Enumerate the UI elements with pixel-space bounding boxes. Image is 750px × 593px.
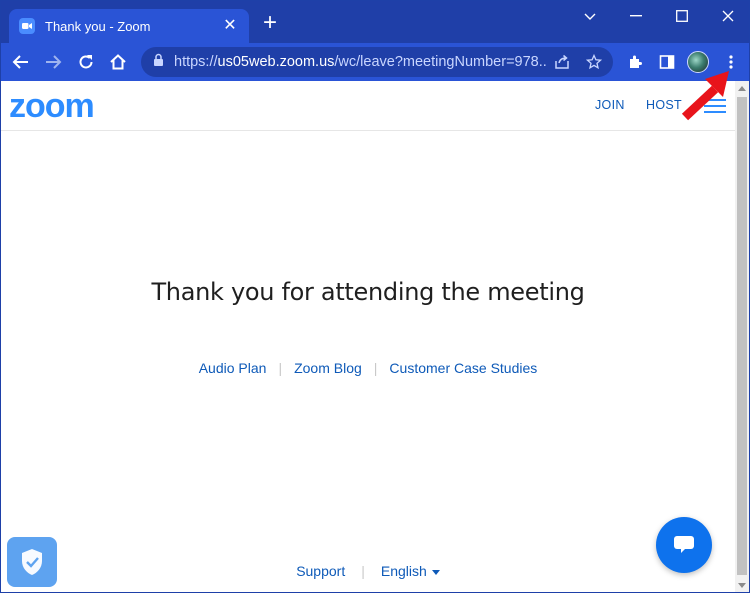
site-header: zoom JOIN HOST [1, 81, 735, 131]
home-icon[interactable] [104, 48, 132, 76]
language-selector[interactable]: English [381, 563, 440, 579]
caret-down-icon [431, 569, 440, 575]
title-bar: Thank you - Zoom ✕ + [1, 1, 749, 43]
customer-case-studies-link[interactable]: Customer Case Studies [389, 360, 537, 376]
zoom-camera-icon [19, 18, 35, 34]
scroll-down-icon[interactable] [735, 579, 749, 592]
page-title: Thank you for attending the meeting [151, 278, 585, 306]
forward-icon[interactable] [39, 48, 67, 76]
side-panel-icon[interactable] [653, 48, 681, 76]
reload-icon[interactable] [72, 48, 100, 76]
browser-window: Thank you - Zoom ✕ + https://us05web.zoo… [0, 0, 750, 593]
url-text[interactable]: https://us05web.zoom.us/wc/leave?meeting… [174, 54, 546, 70]
audio-plan-link[interactable]: Audio Plan [199, 360, 267, 376]
divider: | [278, 360, 283, 376]
more-options-icon[interactable] [717, 48, 745, 76]
browser-tab[interactable]: Thank you - Zoom ✕ [9, 9, 249, 43]
promo-links: Audio Plan | Zoom Blog | Customer Case Studi… [1, 360, 735, 376]
scroll-up-icon[interactable] [735, 81, 749, 95]
scrollbar-thumb[interactable] [737, 97, 747, 575]
divider: | [373, 360, 378, 376]
zoom-logo[interactable]: zoom [9, 87, 95, 126]
tab-close-icon[interactable]: ✕ [221, 18, 239, 34]
minimize-icon[interactable] [613, 1, 659, 31]
chevron-down-icon[interactable] [567, 1, 613, 31]
maximize-icon[interactable] [659, 1, 705, 31]
profile-avatar[interactable] [687, 51, 709, 73]
extensions-icon[interactable] [621, 48, 649, 76]
support-link[interactable]: Support [296, 563, 345, 579]
language-label: English [380, 563, 427, 579]
lock-icon[interactable] [153, 53, 164, 72]
zoom-blog-link[interactable]: Zoom Blog [294, 360, 362, 376]
join-link[interactable]: JOIN [595, 98, 625, 112]
new-tab-icon[interactable]: + [257, 11, 283, 37]
share-icon[interactable] [551, 51, 573, 73]
shield-check-icon[interactable] [7, 537, 57, 587]
divider: | [361, 563, 365, 579]
tab-title: Thank you - Zoom [45, 18, 151, 34]
back-icon[interactable] [7, 48, 35, 76]
window-close-icon[interactable] [705, 1, 749, 31]
page-footer: Support | English [1, 563, 735, 579]
chat-bubble-icon[interactable] [656, 517, 712, 573]
web-page: zoom JOIN HOST Thank you for attending t… [1, 81, 735, 592]
page-scrollbar[interactable] [735, 81, 749, 592]
star-icon[interactable] [583, 51, 605, 73]
address-bar[interactable]: https://us05web.zoom.us/wc/leave?meeting… [141, 47, 613, 77]
hamburger-menu-icon[interactable] [704, 99, 726, 115]
browser-toolbar: https://us05web.zoom.us/wc/leave?meeting… [1, 43, 749, 81]
host-link[interactable]: HOST [646, 98, 682, 112]
